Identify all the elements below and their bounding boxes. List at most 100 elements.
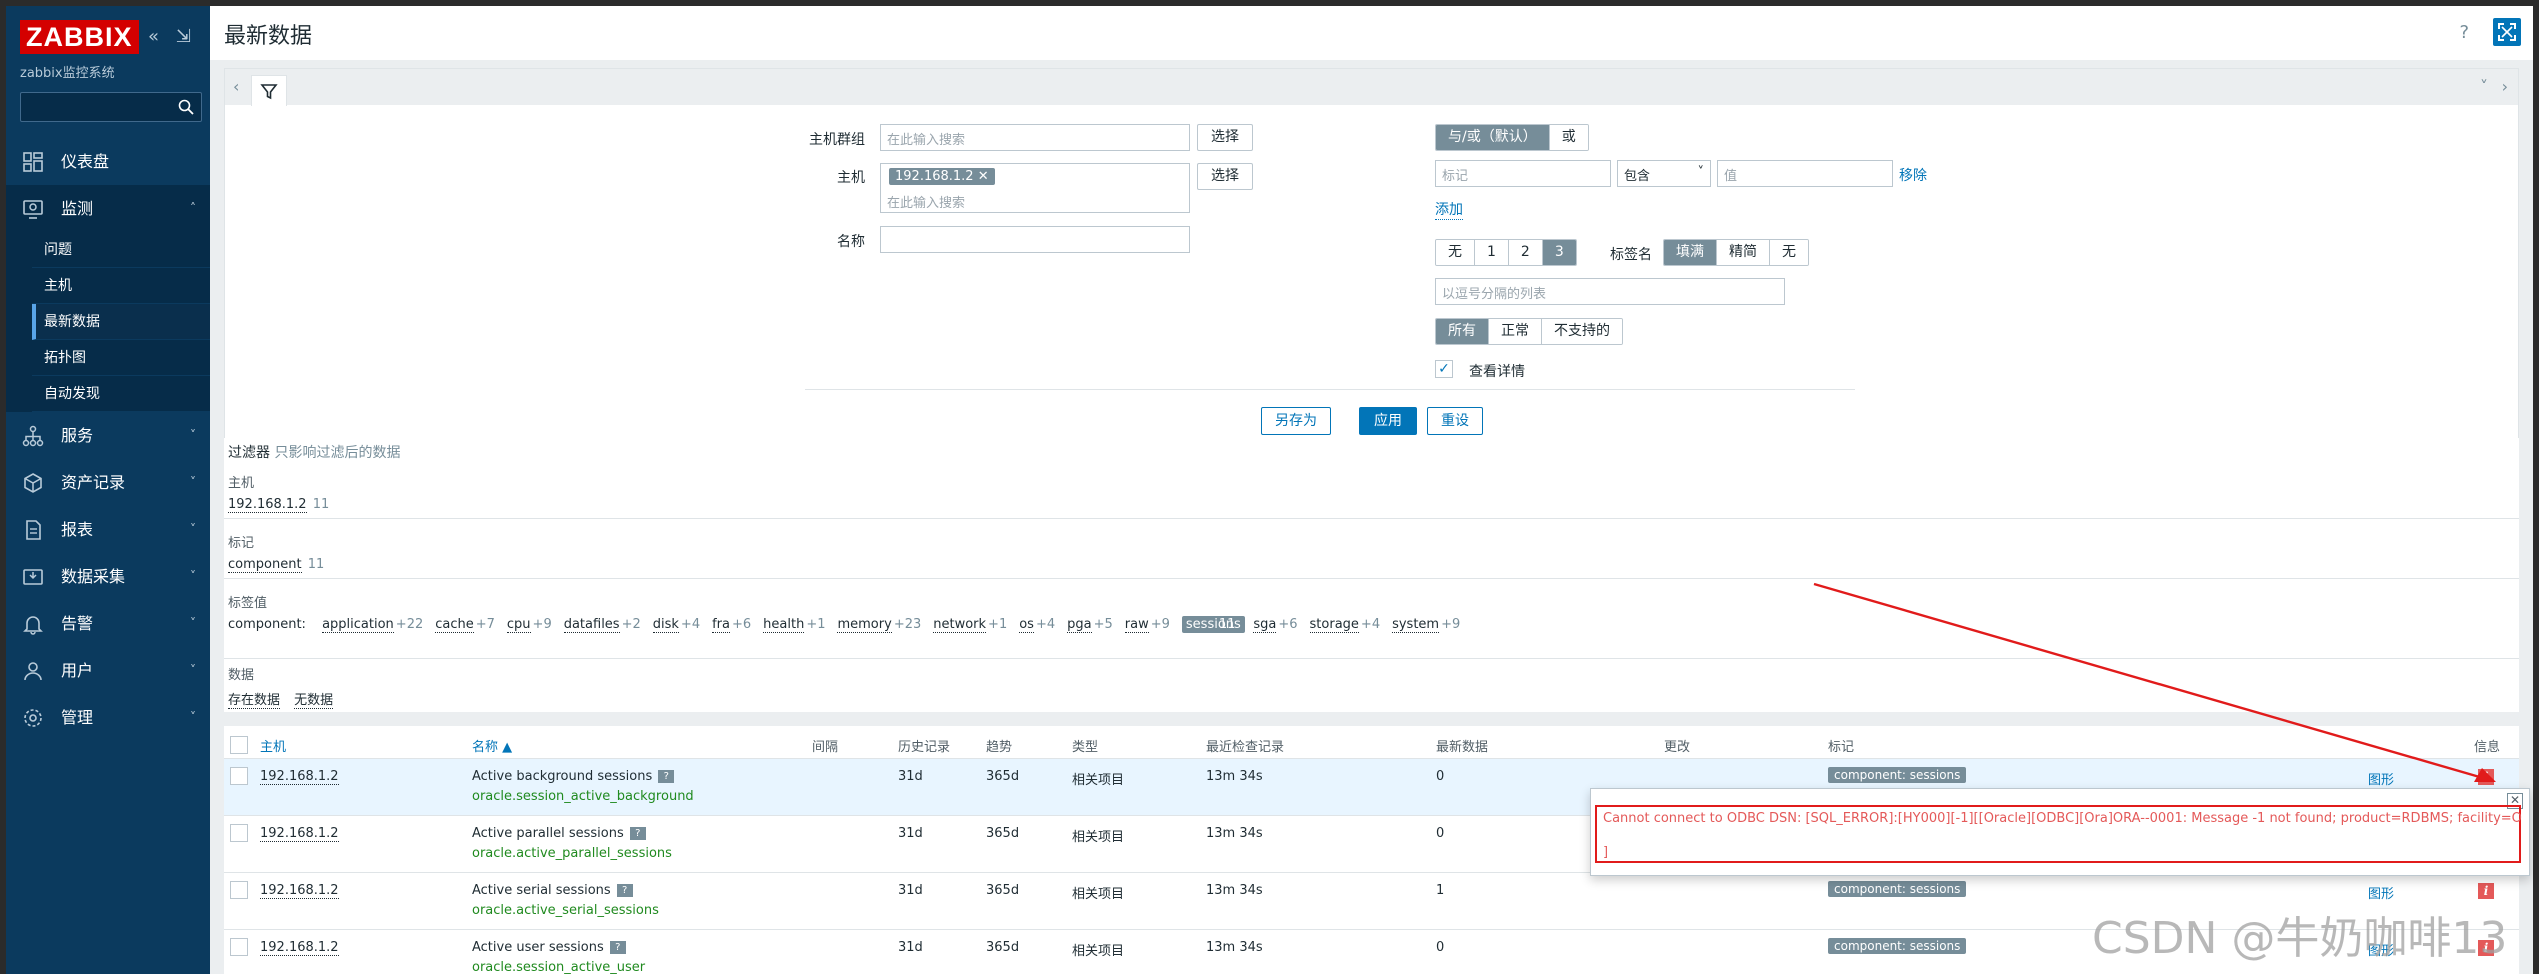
menu-data-collection[interactable]: 数据采集 ˅: [6, 553, 210, 600]
row-item-name-text[interactable]: Active background sessions: [472, 769, 652, 784]
subfilter-tag-value[interactable]: storage: [1309, 617, 1359, 633]
subfilter-tag-value[interactable]: memory: [837, 617, 892, 633]
tag-value-input[interactable]: 值: [1717, 160, 1893, 187]
tag-priority-input[interactable]: 以逗号分隔的列表: [1435, 278, 1785, 305]
zabbix-logo[interactable]: ZABBIX: [20, 20, 139, 54]
subfilter-tag-link[interactable]: component: [228, 557, 302, 573]
row-tag[interactable]: component: sessions: [1828, 938, 1967, 954]
row-checkbox[interactable]: [230, 824, 248, 842]
row-tag[interactable]: component: sessions: [1828, 881, 1967, 897]
host-group-select-button[interactable]: 选择: [1197, 124, 1253, 151]
chevron-right-icon[interactable]: ›: [2502, 77, 2508, 96]
help-icon[interactable]: ?: [2459, 22, 2469, 43]
row-item-name-text[interactable]: Active user sessions: [472, 940, 604, 955]
row-item-name[interactable]: Active parallel sessions?: [472, 826, 646, 841]
subfilter-tag-value[interactable]: raw: [1124, 617, 1149, 633]
reset-button[interactable]: 重设: [1427, 407, 1483, 435]
menu-users[interactable]: 用户 ˅: [6, 647, 210, 694]
state-not-supported[interactable]: 不支持的: [1542, 319, 1622, 344]
submenu-latest-data[interactable]: 最新数据: [32, 304, 210, 340]
host-chip[interactable]: 192.168.1.2 ✕: [889, 168, 995, 185]
row-graph-link[interactable]: 图形: [2368, 883, 2394, 902]
subfilter-tag-value[interactable]: os: [1019, 617, 1034, 633]
help-icon[interactable]: ?: [609, 941, 626, 954]
menu-administration[interactable]: 管理 ˅: [6, 694, 210, 741]
row-item-name[interactable]: Active background sessions?: [472, 769, 675, 784]
submenu-problems[interactable]: 问题: [32, 232, 210, 268]
help-icon[interactable]: ?: [629, 827, 646, 840]
submenu-maps[interactable]: 拓扑图: [32, 340, 210, 376]
subfilter-tag-value[interactable]: application: [322, 617, 394, 633]
filter-tab[interactable]: [251, 75, 287, 106]
subfilter-tag-value[interactable]: pga: [1067, 617, 1092, 633]
search-icon[interactable]: [177, 98, 195, 116]
menu-monitoring[interactable]: 监测 ˄: [6, 185, 210, 232]
save-as-button[interactable]: 另存为: [1261, 407, 1331, 435]
row-host-link[interactable]: 192.168.1.2: [260, 883, 339, 899]
menu-inventory[interactable]: 资产记录 ˅: [6, 459, 210, 506]
subfilter-tag-value[interactable]: cpu: [506, 617, 531, 633]
host-input[interactable]: 192.168.1.2 ✕ 在此输入搜索: [880, 163, 1190, 213]
row-checkbox[interactable]: [230, 767, 248, 785]
apply-button[interactable]: 应用: [1359, 407, 1417, 435]
subfilter-tag-value[interactable]: sessions: [1181, 616, 1245, 633]
row-host-link[interactable]: 192.168.1.2: [260, 769, 339, 785]
error-info-icon[interactable]: i: [2478, 883, 2494, 899]
tag-name-short[interactable]: 精简: [1717, 240, 1770, 265]
subfilter-host-link[interactable]: 192.168.1.2: [228, 497, 307, 513]
submenu-discovery[interactable]: 自动发现: [32, 376, 210, 412]
row-checkbox[interactable]: [230, 881, 248, 899]
state-all[interactable]: 所有: [1436, 319, 1489, 344]
show-tags-3[interactable]: 3: [1542, 240, 1576, 265]
row-item-name[interactable]: Active user sessions?: [472, 940, 626, 955]
row-host-link[interactable]: 192.168.1.2: [260, 826, 339, 842]
row-item-name-text[interactable]: Active serial sessions: [472, 883, 611, 898]
chevron-down-icon[interactable]: ˅: [2480, 77, 2488, 96]
tag-operator-select[interactable]: 包含 ˅: [1617, 160, 1711, 187]
menu-reports[interactable]: 报表 ˅: [6, 506, 210, 553]
column-name[interactable]: 名称 ▲: [472, 736, 512, 755]
subfilter-without-data[interactable]: 无数据: [294, 693, 334, 709]
row-checkbox[interactable]: [230, 938, 248, 956]
show-details-checkbox[interactable]: ✓: [1435, 360, 1453, 378]
tag-mode-and-or[interactable]: 与/或（默认）: [1436, 125, 1550, 150]
subfilter-tag-value[interactable]: disk: [652, 617, 679, 633]
tag-name-none[interactable]: 无: [1770, 240, 1808, 265]
kiosk-mode-icon[interactable]: [2493, 18, 2521, 46]
subfilter-tag-value[interactable]: datafiles: [563, 617, 620, 633]
show-tags-1[interactable]: 1: [1475, 240, 1509, 265]
remove-tag-link[interactable]: 移除: [1899, 165, 1927, 185]
menu-dashboard[interactable]: 仪表盘: [6, 138, 210, 185]
subfilter-with-data[interactable]: 存在数据: [228, 693, 281, 709]
menu-services[interactable]: 服务 ˅: [6, 412, 210, 459]
state-normal[interactable]: 正常: [1489, 319, 1542, 344]
remove-chip-icon[interactable]: ✕: [978, 169, 989, 184]
add-tag-link[interactable]: 添加: [1435, 199, 1463, 220]
row-item-name-text[interactable]: Active parallel sessions: [472, 826, 624, 841]
show-tags-2[interactable]: 2: [1508, 240, 1543, 265]
help-icon[interactable]: ?: [658, 770, 675, 783]
host-select-button[interactable]: 选择: [1197, 163, 1253, 190]
sidebar-search-input[interactable]: [20, 92, 202, 122]
subfilter-tag-value[interactable]: sga: [1253, 617, 1277, 633]
name-input[interactable]: [880, 226, 1190, 253]
tag-name-input[interactable]: 标记: [1435, 160, 1611, 187]
help-icon[interactable]: ?: [616, 884, 633, 897]
collapse-sidebar-icon[interactable]: «: [148, 26, 159, 47]
subfilter-tag-value[interactable]: system: [1392, 617, 1440, 633]
subfilter-tag-value[interactable]: fra: [712, 617, 730, 633]
tag-mode-or[interactable]: 或: [1549, 125, 1588, 150]
chevron-left-icon[interactable]: ‹: [233, 77, 239, 96]
menu-alerts[interactable]: 告警 ˅: [6, 600, 210, 647]
subfilter-tag-value[interactable]: health: [763, 617, 805, 633]
row-host-link[interactable]: 192.168.1.2: [260, 940, 339, 956]
tag-name-full[interactable]: 填满: [1664, 240, 1717, 265]
subfilter-tag-value[interactable]: network: [933, 617, 987, 633]
subfilter-tag-value[interactable]: cache: [435, 617, 474, 633]
hide-sidebar-icon[interactable]: ⇲: [176, 26, 191, 47]
column-host[interactable]: 主机: [260, 736, 286, 755]
show-tags-none[interactable]: 无: [1436, 240, 1475, 265]
host-group-input[interactable]: 在此输入搜索: [880, 124, 1190, 151]
select-all-checkbox[interactable]: [230, 736, 248, 754]
submenu-hosts[interactable]: 主机: [32, 268, 210, 304]
